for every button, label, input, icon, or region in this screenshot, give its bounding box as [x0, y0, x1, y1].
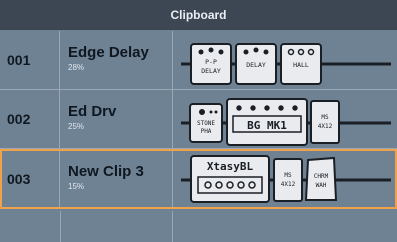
clip-name: Edge Delay: [68, 44, 149, 61]
clip-thumbnail: XtasyBL MS 4X12 CHRM WAH: [172, 150, 397, 208]
svg-text:4X12: 4X12: [318, 123, 333, 130]
clipboard-panel: Clipboard 001 Edge Delay 28% P-P DELAY D…: [0, 0, 397, 242]
amp-label: BG MK1: [247, 119, 287, 132]
clip-row[interactable]: 002 Ed Drv 25% STONE PHA BG MK1 MS 4X12: [0, 90, 397, 149]
clip-percent: 25%: [68, 122, 85, 131]
svg-text:MS: MS: [321, 114, 329, 121]
cabinet-icon: MS 4X12: [273, 158, 303, 202]
clip-name: New Clip 3: [68, 163, 144, 180]
empty-clip-row[interactable]: [0, 211, 397, 242]
clip-row[interactable]: 003 New Clip 3 15% XtasyBL MS 4X12 CHRM …: [0, 150, 397, 209]
svg-text:DELAY: DELAY: [201, 67, 221, 75]
pedal-icon: HALL: [280, 43, 322, 85]
amp-icon: BG MK1: [226, 98, 308, 146]
wah-icon: CHRM WAH: [304, 156, 338, 201]
pedal-icon: STONE PHA: [189, 103, 223, 143]
amp-label: XtasyBL: [207, 160, 254, 173]
clip-name: Ed Drv: [68, 103, 117, 120]
pedal-label: P-P: [205, 58, 217, 66]
clip-thumbnail: STONE PHA BG MK1 MS 4X12: [172, 90, 397, 148]
clip-number: 002: [0, 90, 60, 148]
amp-icon: XtasyBL: [190, 155, 270, 203]
clip-number: 001: [0, 31, 60, 89]
cabinet-icon: MS 4X12: [310, 100, 340, 144]
clip-thumbnail: P-P DELAY DELAY HALL: [172, 31, 397, 89]
clipboard-title: Clipboard: [0, 0, 397, 30]
pedal-icon: P-P DELAY: [190, 43, 232, 85]
column-divider: [60, 211, 61, 242]
pedal-label: HALL: [293, 61, 309, 69]
clip-percent: 15%: [68, 182, 85, 191]
pedal-label: DELAY: [246, 61, 266, 69]
svg-text:MS: MS: [284, 172, 292, 179]
svg-text:4X12: 4X12: [281, 181, 296, 188]
svg-text:WAH: WAH: [316, 182, 327, 189]
pedal-icon: DELAY: [235, 43, 277, 85]
clip-percent: 28%: [68, 63, 85, 72]
svg-text:CHRM: CHRM: [314, 173, 329, 180]
svg-text:STONE: STONE: [197, 120, 215, 127]
clip-number: 003: [0, 150, 60, 208]
svg-text:PHA: PHA: [201, 128, 212, 135]
column-divider: [172, 211, 173, 242]
clip-row[interactable]: 001 Edge Delay 28% P-P DELAY DELAY HALL: [0, 31, 397, 90]
